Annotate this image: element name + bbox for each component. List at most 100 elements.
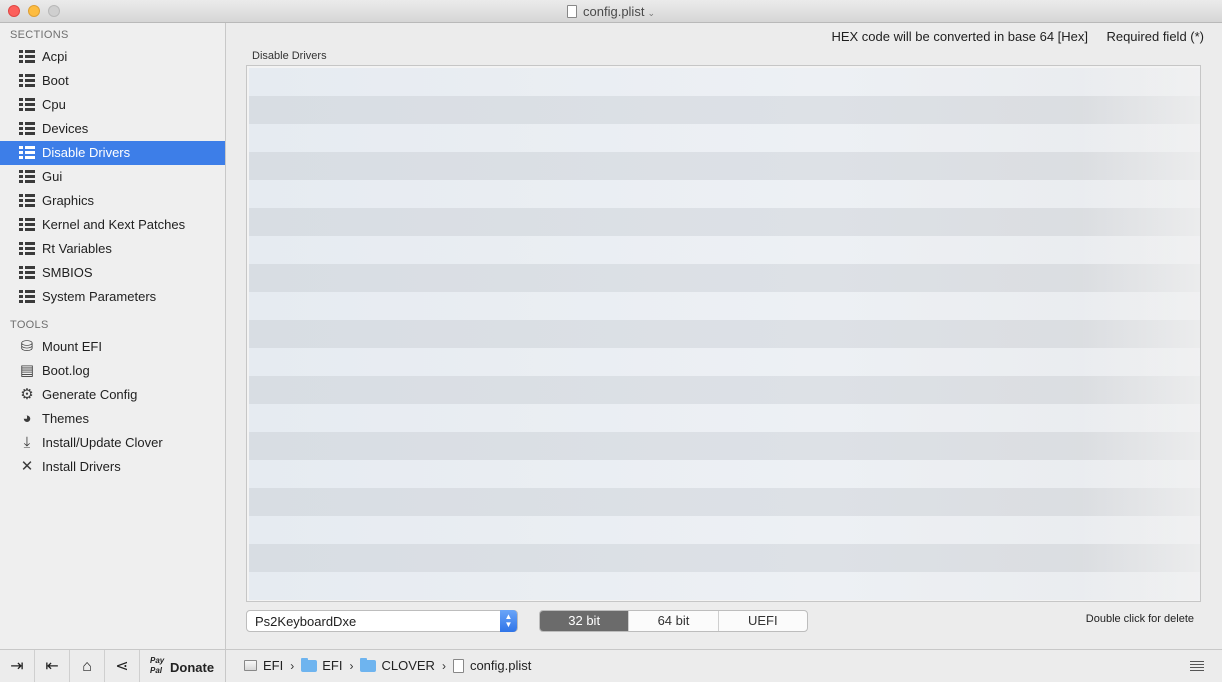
sidebar-item-kernel-kext-patches[interactable]: Kernel and Kext Patches — [0, 213, 225, 237]
sidebar-item-boot[interactable]: Boot — [0, 69, 225, 93]
sidebar-item-label: Boot — [42, 73, 69, 88]
table-row[interactable] — [249, 460, 1200, 488]
crumb-separator: › — [349, 658, 354, 673]
share-button[interactable]: ⋖ — [105, 650, 140, 682]
table-row[interactable] — [249, 516, 1200, 544]
driver-select[interactable]: Ps2KeyboardDxe ▲ ▼ — [246, 610, 518, 632]
table-row[interactable] — [249, 96, 1200, 124]
sidebar-item-gui[interactable]: Gui — [0, 165, 225, 189]
sidebar-item-label: Graphics — [42, 193, 95, 208]
list-icon — [19, 98, 35, 112]
disk-icon: ⛁ — [20, 338, 34, 355]
table-row[interactable] — [249, 264, 1200, 292]
sidebar-item-label: Disable Drivers — [42, 145, 131, 160]
list-icon — [19, 146, 35, 160]
table-row[interactable] — [249, 292, 1200, 320]
delete-hint: Double click for delete — [1085, 613, 1194, 625]
sidebar-item-disable-drivers[interactable]: Disable Drivers — [0, 141, 225, 165]
list-icon — [19, 122, 35, 136]
sidebar-item-graphics[interactable]: Graphics — [0, 189, 225, 213]
list-icon — [19, 170, 35, 184]
sidebar-item-themes[interactable]: ◕ Themes — [0, 407, 225, 431]
sidebar-item-cpu[interactable]: Cpu — [0, 93, 225, 117]
folder-icon — [360, 657, 377, 672]
main-panel: HEX code will be converted in base 64 [H… — [226, 23, 1222, 649]
segment-uefi[interactable]: UEFI — [719, 611, 807, 631]
table-row[interactable] — [249, 404, 1200, 432]
table-rows — [249, 68, 1200, 601]
sidebar-item-label: System Parameters — [42, 289, 157, 304]
list-icon — [19, 242, 35, 256]
segment-32-bit[interactable]: 32 bit — [540, 611, 630, 631]
list-icon — [19, 194, 35, 208]
paypal-icon: Pay Pal — [150, 656, 165, 675]
list-icon — [19, 50, 35, 64]
folder-icon — [301, 657, 318, 672]
group-label: Disable Drivers — [252, 50, 327, 62]
import-button[interactable]: ⇥ — [0, 650, 35, 682]
sidebar-toolbar: ⇥ ⇤ ⌂ ⋖ Pay Pal Donate — [0, 649, 226, 682]
table-row[interactable] — [249, 68, 1200, 96]
sidebar-item-devices[interactable]: Devices — [0, 117, 225, 141]
export-icon: ⇤ — [45, 658, 59, 675]
table-row[interactable] — [249, 432, 1200, 460]
table-row[interactable] — [249, 572, 1200, 600]
document-icon — [567, 5, 578, 18]
path-bar: EFI › EFI › CLOVER › config.plist — [226, 649, 1222, 682]
home-icon: ⌂ — [82, 658, 92, 675]
sidebar-item-rt-variables[interactable]: Rt Variables — [0, 237, 225, 261]
sidebar-item-label: Mount EFI — [42, 339, 102, 354]
sidebar-item-acpi[interactable]: Acpi — [0, 45, 225, 69]
sidebar-item-install-update-clover[interactable]: ⤓ Install/Update Clover — [0, 431, 225, 455]
sidebar-item-system-parameters[interactable]: System Parameters — [0, 285, 225, 309]
menu-icon[interactable] — [1190, 661, 1204, 672]
gears-icon: ⚙ — [20, 386, 34, 403]
sidebar-item-generate-config[interactable]: ⚙ Generate Config — [0, 383, 225, 407]
title-bar: config.plist ⌄ — [0, 0, 1222, 23]
table-row[interactable] — [249, 488, 1200, 516]
list-icon — [19, 290, 35, 304]
chevron-updown-icon[interactable]: ▲ ▼ — [500, 610, 517, 632]
sidebar-item-smbios[interactable]: SMBIOS — [0, 261, 225, 285]
sidebar-item-label: Themes — [42, 411, 89, 426]
sidebar-item-label: Generate Config — [42, 387, 138, 402]
disable-drivers-table[interactable] — [246, 65, 1201, 602]
table-row[interactable] — [249, 208, 1200, 236]
crumb-config-file[interactable]: config.plist — [452, 658, 531, 673]
sidebar-item-label: Boot.log — [42, 363, 90, 378]
sidebar-item-boot-log[interactable]: ▤ Boot.log — [0, 359, 225, 383]
sidebar-item-label: Install Drivers — [42, 459, 121, 474]
crumb-efi-folder[interactable]: EFI — [301, 657, 342, 673]
window-title-area[interactable]: config.plist ⌄ — [0, 4, 1222, 19]
table-row[interactable] — [249, 348, 1200, 376]
sidebar-item-install-drivers[interactable]: ✕ Install Drivers — [0, 455, 225, 479]
segment-64-bit[interactable]: 64 bit — [629, 611, 719, 631]
crumb-separator: › — [290, 658, 295, 673]
home-button[interactable]: ⌂ — [70, 650, 105, 682]
palette-icon: ◕ — [22, 410, 32, 427]
sidebar-item-label: Cpu — [42, 97, 66, 112]
table-row[interactable] — [249, 180, 1200, 208]
table-row[interactable] — [249, 152, 1200, 180]
sidebar-item-mount-efi[interactable]: ⛁ Mount EFI — [0, 335, 225, 359]
sections-header: SECTIONS — [10, 29, 69, 41]
table-row[interactable] — [249, 124, 1200, 152]
donate-label: Donate — [170, 660, 215, 675]
drive-icon — [244, 660, 257, 671]
table-row[interactable] — [249, 544, 1200, 572]
table-row[interactable] — [249, 376, 1200, 404]
chevron-down-icon: ⌄ — [647, 8, 655, 18]
list-icon — [19, 74, 35, 88]
hex-note: HEX code will be converted in base 64 [H… — [831, 29, 1088, 44]
crumb-clover-folder[interactable]: CLOVER — [360, 657, 435, 673]
tools-icon: ✕ — [20, 458, 34, 475]
crumb-efi-volume[interactable]: EFI — [244, 658, 283, 673]
donate-button[interactable]: Pay Pal Donate — [148, 650, 226, 682]
file-icon — [452, 658, 464, 673]
sidebar-item-label: Install/Update Clover — [42, 435, 163, 450]
table-row[interactable] — [249, 236, 1200, 264]
export-button[interactable]: ⇤ — [35, 650, 70, 682]
sidebar-item-label: SMBIOS — [42, 265, 93, 280]
sidebar-item-label: Devices — [42, 121, 89, 136]
table-row[interactable] — [249, 320, 1200, 348]
